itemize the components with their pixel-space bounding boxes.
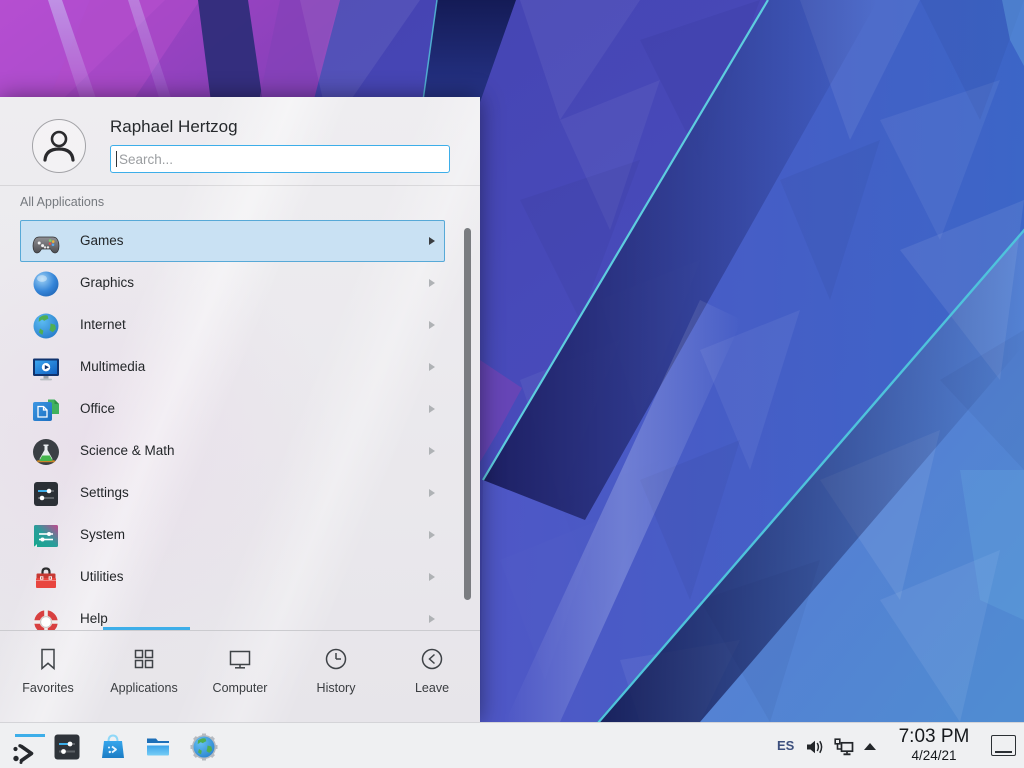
- taskbar: ES 7:03 PM 4/24/21: [0, 722, 1024, 768]
- tab-label: Applications: [96, 681, 192, 695]
- system-sliders-icon: [30, 520, 62, 552]
- category-label: System: [80, 527, 125, 542]
- toolbox-icon: [30, 562, 62, 594]
- text-caret: [116, 151, 117, 167]
- clock-time: 7:03 PM: [886, 726, 982, 748]
- category-games[interactable]: Games: [20, 220, 445, 262]
- category-multimedia[interactable]: Multimedia: [20, 346, 445, 388]
- submenu-arrow-icon: [429, 447, 435, 455]
- lifebuoy-icon: [30, 604, 62, 630]
- category-internet[interactable]: Internet: [20, 304, 445, 346]
- show-desktop-button[interactable]: [991, 735, 1016, 756]
- clock-date: 4/24/21: [886, 748, 982, 764]
- tab-label: Leave: [384, 681, 480, 695]
- tab-history[interactable]: History: [288, 631, 384, 723]
- active-tab-indicator: [103, 627, 190, 630]
- clock-icon: [322, 645, 350, 673]
- folder-icon: [143, 732, 173, 762]
- desktop: Raphael Hertzog All Applications: [0, 0, 1024, 768]
- flask-icon: [30, 436, 62, 468]
- taskbar-discover-button[interactable]: [96, 730, 130, 764]
- tab-computer[interactable]: Computer: [192, 631, 288, 723]
- user-avatar[interactable]: [32, 119, 86, 173]
- expand-tray-caret-icon[interactable]: [862, 740, 878, 752]
- category-label: Science & Math: [80, 443, 175, 458]
- active-app-indicator: [15, 734, 45, 737]
- launcher-header: Raphael Hertzog: [0, 97, 480, 186]
- category-utilities[interactable]: Utilities: [20, 556, 445, 598]
- category-label: Settings: [80, 485, 129, 500]
- leave-circle-icon: [418, 645, 446, 673]
- tab-leave[interactable]: Leave: [384, 631, 480, 723]
- submenu-arrow-icon: [429, 531, 435, 539]
- section-label: All Applications: [20, 195, 104, 209]
- browser-globe-icon: [189, 732, 219, 762]
- submenu-arrow-icon: [429, 321, 435, 329]
- monitor-play-icon: [30, 352, 62, 384]
- submenu-arrow-icon: [429, 573, 435, 581]
- submenu-arrow-icon: [429, 279, 435, 287]
- grid-icon: [130, 645, 158, 673]
- tab-label: Computer: [192, 681, 288, 695]
- submenu-arrow-icon: [429, 615, 435, 623]
- bookmark-icon: [34, 645, 62, 673]
- gamepad-icon: [30, 226, 62, 258]
- taskbar-file-manager-button[interactable]: [141, 730, 175, 764]
- application-launcher-panel: Raphael Hertzog All Applications: [0, 97, 480, 722]
- category-label: Help: [80, 611, 108, 626]
- submenu-arrow-icon: [429, 363, 435, 371]
- tab-label: Favorites: [0, 681, 96, 695]
- digital-clock[interactable]: 7:03 PM 4/24/21: [886, 726, 982, 764]
- category-settings[interactable]: Settings: [20, 472, 445, 514]
- sphere-icon: [30, 268, 62, 300]
- category-system[interactable]: System: [20, 514, 445, 556]
- user-name: Raphael Hertzog: [110, 117, 238, 137]
- submenu-arrow-icon: [429, 237, 435, 245]
- category-label: Graphics: [80, 275, 134, 290]
- submenu-arrow-icon: [429, 489, 435, 497]
- search-input[interactable]: [117, 147, 441, 171]
- tab-favorites[interactable]: Favorites: [0, 631, 96, 723]
- taskbar-web-browser-button[interactable]: [187, 730, 221, 764]
- network-icon[interactable]: [832, 736, 856, 760]
- system-settings-icon: [52, 732, 82, 762]
- category-help[interactable]: Help: [20, 598, 445, 630]
- category-science-math[interactable]: Science & Math: [20, 430, 445, 472]
- category-label: Games: [80, 233, 124, 248]
- category-office[interactable]: Office: [20, 388, 445, 430]
- user-icon: [33, 120, 85, 172]
- launcher-tab-bar: Favorites Applications: [0, 630, 480, 723]
- sliders-icon: [30, 478, 62, 510]
- category-label: Utilities: [80, 569, 124, 584]
- search-field[interactable]: [110, 145, 450, 173]
- category-label: Multimedia: [80, 359, 145, 374]
- category-list: Games Graphics: [0, 220, 480, 630]
- category-label: Office: [80, 401, 115, 416]
- category-label: Internet: [80, 317, 126, 332]
- computer-icon: [226, 645, 254, 673]
- globe-icon: [30, 310, 62, 342]
- tab-label: History: [288, 681, 384, 695]
- tab-applications[interactable]: Applications: [96, 631, 192, 723]
- documents-icon: [30, 394, 62, 426]
- kickoff-launcher-icon: [8, 738, 38, 768]
- scrollbar-handle[interactable]: [464, 228, 471, 600]
- keyboard-layout-indicator[interactable]: ES: [777, 738, 794, 753]
- category-graphics[interactable]: Graphics: [20, 262, 445, 304]
- submenu-arrow-icon: [429, 405, 435, 413]
- taskbar-system-settings-button[interactable]: [50, 730, 84, 764]
- volume-icon[interactable]: [804, 736, 826, 758]
- discover-icon: [98, 732, 128, 762]
- taskbar-launcher-button[interactable]: [6, 730, 40, 764]
